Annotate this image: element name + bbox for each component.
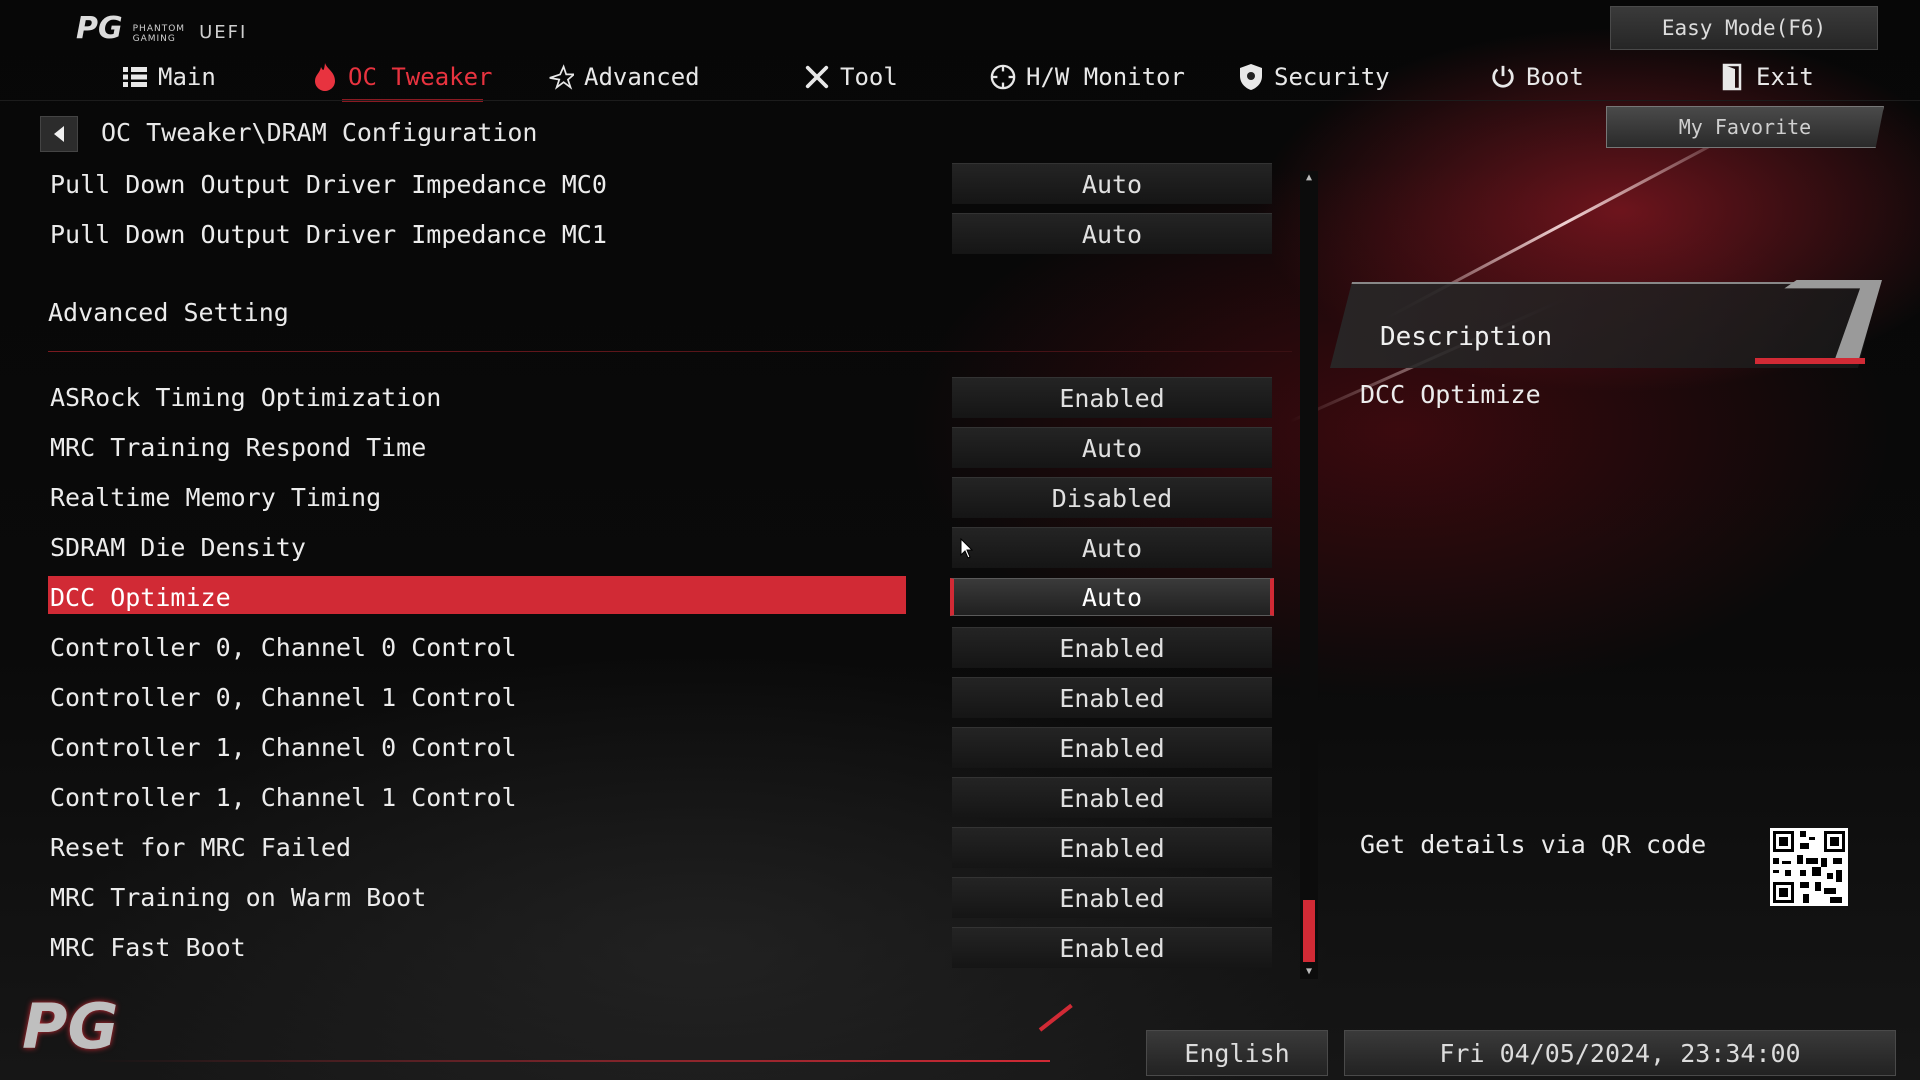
setting-value[interactable]: Disabled [952,477,1272,518]
setting-label: Controller 1, Channel 0 Control [50,732,517,762]
tab-tool[interactable]: Tool [804,54,898,100]
setting-value[interactable]: Auto [952,213,1272,254]
setting-label: Pull Down Output Driver Impedance MC0 [50,169,607,199]
tab-advanced-label: Advanced [584,63,700,91]
back-arrow-icon [54,126,64,142]
section-divider [48,351,1292,352]
mouse-cursor-icon [960,538,974,559]
setting-value[interactable]: Auto [952,427,1272,468]
phantom-gaming-corner-logo-icon: PG [22,990,119,1063]
setting-row[interactable]: Pull Down Output Driver Impedance MC1 [48,214,906,254]
setting-value[interactable]: Enabled [952,727,1272,768]
setting-label: ASRock Timing Optimization [50,382,442,412]
brand-line1: PHANTOM [132,24,186,34]
breadcrumb: OC Tweaker\DRAM Configuration [101,118,538,147]
description-text: DCC Optimize [1360,380,1541,409]
tab-hw-monitor[interactable]: H/W Monitor [990,54,1185,100]
brand-line2: GAMING [132,34,176,44]
setting-value[interactable]: Enabled [952,877,1272,918]
brand-uefi: UEFI [199,22,248,43]
flame-icon [312,63,338,91]
setting-row[interactable]: Controller 1, Channel 1 Control [48,777,906,817]
description-red-accent [1755,358,1865,364]
tab-security-label: Security [1274,63,1390,91]
setting-label: DCC Optimize [50,582,231,612]
setting-row[interactable]: Realtime Memory Timing [48,477,906,517]
setting-value-selected[interactable]: Auto [950,578,1274,616]
setting-row[interactable]: Controller 0, Channel 0 Control [48,627,906,667]
setting-label: Controller 0, Channel 1 Control [50,682,517,712]
tab-boot[interactable]: Boot [1490,54,1584,100]
phantom-gaming-mark-icon: PG [76,11,123,46]
tab-oc-tweaker[interactable]: OC Tweaker [312,54,493,102]
tab-oc-tweaker-label: OC Tweaker [348,63,493,91]
my-favorite-button[interactable]: My Favorite [1606,106,1884,148]
tab-main-label: Main [158,63,216,91]
back-button[interactable] [40,116,78,152]
exit-door-icon [1720,63,1746,91]
setting-label: Realtime Memory Timing [50,482,382,512]
setting-row[interactable]: Pull Down Output Driver Impedance MC0 [48,164,906,204]
setting-value[interactable]: Enabled [952,377,1272,418]
setting-row[interactable]: MRC Fast Boot [48,927,906,967]
setting-row[interactable]: ASRock Timing Optimization [48,377,906,417]
scroll-down-arrow-icon[interactable]: ▼ [1300,965,1318,979]
setting-label: MRC Training on Warm Boot [50,882,427,912]
tab-exit-label: Exit [1756,63,1814,91]
qr-code-label: Get details via QR code [1360,830,1707,859]
setting-label: Controller 1, Channel 1 Control [50,782,517,812]
setting-value[interactable]: Auto [952,163,1272,204]
list-icon [122,64,148,90]
tab-main[interactable]: Main [122,54,216,100]
bottom-accent-line [90,1060,1050,1062]
tab-hw-monitor-label: H/W Monitor [1026,63,1185,91]
setting-value[interactable]: Enabled [952,677,1272,718]
tab-boot-label: Boot [1526,63,1584,91]
tab-exit[interactable]: Exit [1720,54,1814,100]
nav-divider [0,100,1920,101]
section-title: Advanced Setting [48,298,289,327]
setting-row[interactable]: MRC Training Respond Time [48,427,906,467]
setting-label: MRC Training Respond Time [50,432,427,462]
wrench-screwdriver-icon [804,64,830,90]
setting-value[interactable]: Enabled [952,627,1272,668]
power-icon [1490,64,1516,90]
setting-label: Reset for MRC Failed [50,832,352,862]
setting-row[interactable]: SDRAM Die Density [48,527,906,567]
setting-value[interactable]: Enabled [952,777,1272,818]
setting-label: Controller 0, Channel 0 Control [50,632,517,662]
scrollbar-thumb[interactable] [1303,900,1315,962]
setting-row[interactable]: Controller 1, Channel 0 Control [48,727,906,767]
language-button[interactable]: English [1146,1030,1328,1076]
date-time-display[interactable]: Fri 04/05/2024, 23:34:00 [1344,1030,1896,1076]
scroll-up-arrow-icon[interactable]: ▲ [1300,171,1318,185]
monitor-dial-icon [990,64,1016,90]
setting-row[interactable]: Controller 0, Channel 1 Control [48,677,906,717]
phantom-gaming-logo: PG PHANTOM GAMING UEFI [76,11,248,46]
tab-security[interactable]: Security [1238,54,1390,100]
setting-label: MRC Fast Boot [50,932,246,962]
setting-value[interactable]: Enabled [952,927,1272,968]
setting-label: Pull Down Output Driver Impedance MC1 [50,219,607,249]
star-icon [548,64,574,90]
setting-label: SDRAM Die Density [50,532,306,562]
tab-tool-label: Tool [840,63,898,91]
setting-row[interactable]: Reset for MRC Failed [48,827,906,867]
qr-code [1770,828,1848,906]
setting-row[interactable]: MRC Training on Warm Boot [48,877,906,917]
qr-code-icon [1770,828,1848,906]
setting-value[interactable]: Enabled [952,827,1272,868]
main-nav: Main OC Tweaker Advanced Tool H/W Monito… [0,54,1920,102]
scrollbar[interactable] [1300,171,1318,979]
shield-icon [1238,64,1264,90]
description-title: Description [1380,322,1553,352]
setting-value[interactable]: Auto [952,527,1272,568]
tab-advanced[interactable]: Advanced [548,54,700,100]
setting-row-selected[interactable]: DCC Optimize [48,576,906,617]
easy-mode-button[interactable]: Easy Mode(F6) [1610,6,1878,50]
bottom-accent-slash [1038,1003,1073,1032]
